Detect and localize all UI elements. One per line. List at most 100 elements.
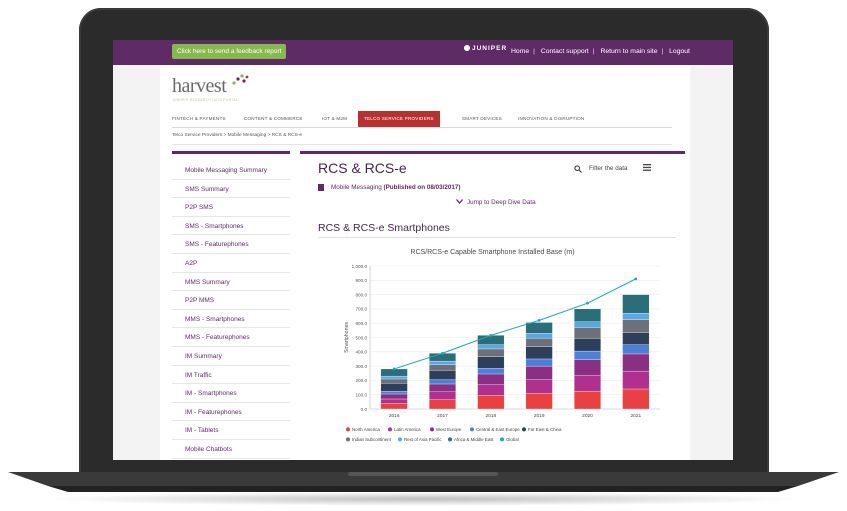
sidebar-item[interactable]: P2P SMS <box>172 199 290 217</box>
x-tick-label: 2016 <box>389 413 400 419</box>
sidebar-item[interactable]: Mobile Chatbots <box>172 441 290 459</box>
legend-label: Africa & Middle East <box>454 437 494 442</box>
bar-segment <box>477 373 505 385</box>
top-bar: Click here to send a feedback report JUN… <box>113 40 733 65</box>
search-icon[interactable] <box>574 165 582 173</box>
document-icon <box>318 184 324 191</box>
bar-segment <box>622 332 650 345</box>
nav-content-commerce[interactable]: CONTENT & COMMERCE <box>244 111 303 127</box>
sidebar-item[interactable]: IM - Featurephones <box>172 404 290 422</box>
bar-segment <box>574 308 601 322</box>
bar-segment <box>622 353 650 372</box>
legend-label: West Europe <box>436 427 462 432</box>
bar-segment <box>574 375 601 392</box>
contact-support-link[interactable]: Contact support <box>541 48 589 55</box>
nav-telco-service-providers[interactable]: TELCO SERVICE PROVIDERS <box>358 111 440 127</box>
harvest-logo-dots-icon <box>232 74 249 85</box>
breadcrumb-divider <box>172 144 672 145</box>
report-name: Mobile Messaging <box>331 184 384 191</box>
sidebar-item[interactable]: SMS - Smartphones <box>172 218 290 236</box>
legend-swatch <box>398 437 402 442</box>
legend-swatch <box>522 427 526 432</box>
x-tick-label: 2020 <box>582 413 593 419</box>
screen: Click here to send a feedback report JUN… <box>113 40 733 460</box>
global-point <box>441 351 444 355</box>
bar-segment <box>477 395 505 410</box>
sidebar-item[interactable]: MMS - Smartphones <box>172 311 290 329</box>
breadcrumb[interactable]: Telco Service Providers > Mobile Messagi… <box>172 133 302 138</box>
legend-swatch <box>388 427 392 432</box>
sidebar-item[interactable]: SMS - Featurephones <box>172 236 290 254</box>
home-link[interactable]: Home <box>511 48 529 55</box>
bar-segment <box>525 358 553 367</box>
sidebar-item[interactable]: MMS Summary <box>172 274 290 292</box>
sidebar-item[interactable]: P2P MMS <box>172 292 290 310</box>
bar-segment <box>477 344 505 350</box>
global-point <box>392 367 396 371</box>
report-link[interactable]: Mobile Messaging (Published on 08/03/201… <box>331 184 461 191</box>
bar-segment <box>574 327 601 339</box>
sidebar-item[interactable]: MMS - Featurephones <box>172 329 290 347</box>
sidebar-item[interactable]: A2P <box>172 255 290 273</box>
bar-segment <box>574 350 601 360</box>
bar-segment <box>380 403 408 410</box>
hamburger-menu-icon[interactable] <box>643 164 651 171</box>
y-tick-label: 500.0 <box>356 335 368 340</box>
sidebar-item[interactable]: IM - Smartphones <box>172 385 290 403</box>
jump-deep-dive-link[interactable]: Jump to Deep Dive Data <box>456 199 536 206</box>
bar-segment <box>622 319 650 333</box>
stacked-bar-chart: 0.0 100.0 200.0 300.0 400.0 500.0 600.0 700.0 80… <box>344 264 660 442</box>
bar-segment <box>429 379 456 385</box>
bar-segment <box>622 313 650 320</box>
nav-iot-m2m[interactable]: IOT & M2M <box>322 111 347 127</box>
feedback-button[interactable]: Click here to send a feedback report <box>172 44 287 59</box>
bar-segment <box>477 356 505 369</box>
jump-label: Jump to Deep Dive Data <box>467 199 536 206</box>
juniper-logo: JUNIPER <box>464 45 507 52</box>
sidebar-item[interactable]: IM - Tablets <box>172 422 290 440</box>
bar-segment <box>477 368 505 375</box>
y-tick-label: 800.0 <box>356 292 368 297</box>
y-tick-label: 400.0 <box>356 350 368 355</box>
logout-link[interactable]: Logout <box>669 48 690 55</box>
nav-fintech-payments[interactable]: FINTECH & PAYMENTS <box>172 111 226 127</box>
harvest-logo[interactable]: harvest <box>172 75 227 98</box>
bar-segment <box>380 398 408 404</box>
y-tick-label: 900.0 <box>356 278 368 283</box>
sidebar-item[interactable]: IM Traffic <box>172 367 290 385</box>
bar-segment <box>525 333 553 339</box>
filter-data-link[interactable]: Filter the data <box>589 165 628 172</box>
bar-segment <box>477 348 505 357</box>
x-tick-label: 2018 <box>485 413 496 419</box>
laptop-shadow <box>40 492 807 506</box>
published-date: (Published on 08/03/2017) <box>383 184 461 191</box>
legend-label: Central & East Europe <box>476 427 520 432</box>
bar-segment <box>429 360 456 365</box>
bar-segment <box>380 393 408 400</box>
y-tick-label: 0.0 <box>361 407 368 412</box>
chevron-down-icon <box>456 199 463 204</box>
x-tick-label: 2021 <box>630 413 641 419</box>
bar-segment <box>429 399 456 410</box>
juniper-logo-icon <box>464 45 470 51</box>
bar-segment <box>429 364 456 371</box>
bar-segment <box>429 370 456 380</box>
sidebar-item[interactable]: SMS Summary <box>172 181 290 199</box>
sidebar-item[interactable]: IM Summary <box>172 348 290 366</box>
nav-innovation-disruption[interactable]: INNOVATION & DISRUPTION <box>518 111 584 127</box>
main-nav: FINTECH & PAYMENTS CONTENT & COMMERCE IO… <box>172 111 672 128</box>
content-panel: harvest JUNIPER RESEARCH DATA PORTAL FIN… <box>160 65 690 460</box>
bar-segment <box>525 346 553 360</box>
return-main-site-link[interactable]: Return to main site <box>600 48 657 55</box>
y-axis-label: Smartphones <box>344 322 350 353</box>
sidebar-item[interactable]: Mobile Messaging Summary <box>172 162 290 180</box>
legend-swatch <box>346 437 350 442</box>
bar-segment <box>380 378 408 384</box>
legend-label: Rest of Asia Pacific <box>404 437 442 442</box>
legend-swatch <box>470 427 474 432</box>
sidebar: Mobile Messaging Summary SMS Summary P2P S… <box>172 151 290 460</box>
nav-smart-devices[interactable]: SMART DEVICES <box>462 111 502 127</box>
y-tick-label: 600.0 <box>356 321 368 326</box>
y-tick-label: 300.0 <box>356 364 368 369</box>
legend-label: Global <box>506 437 519 442</box>
